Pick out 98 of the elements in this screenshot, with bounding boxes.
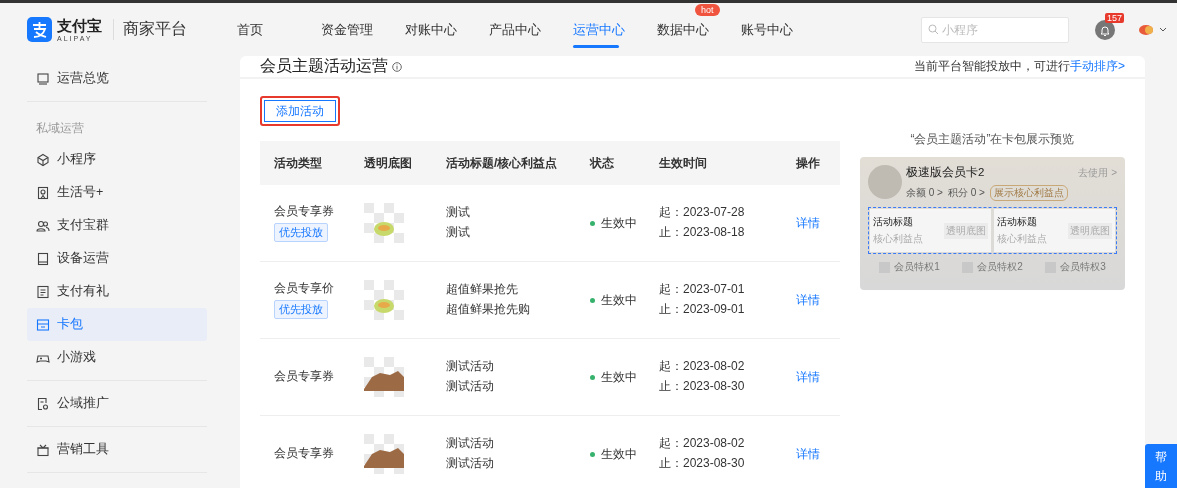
active-tab-indicator [573,44,619,48]
sidebar-item[interactable]: 支付宝群 [27,209,207,242]
nav-tab[interactable]: 首页 [237,14,263,45]
help-button[interactable]: 帮助 [1145,444,1177,488]
column-header: 操作 [782,141,840,185]
nav-tab[interactable]: 对账中心 [405,14,457,45]
slot-subtitle: 核心利益点 [997,232,1048,246]
table-cell-text: 会员专享券 [274,369,335,385]
alipay-logo-icon [27,17,52,42]
slot-title: 活动标题 [873,215,914,229]
sidebar-item[interactable]: 设备运营 [27,242,207,275]
status-dot [590,451,595,457]
card-icon [36,317,50,332]
details-link[interactable]: 详情 [796,368,840,386]
priority-tag: 优先投放 [274,223,328,243]
rock-thumbnail [364,434,404,474]
notification-count: 157 [1105,12,1125,23]
table-cell-text: 起：2023-08-02 [659,359,746,375]
platform-title: 商家平台 [113,19,187,40]
sidebar-item[interactable]: 小程序 [27,143,207,176]
card-name: 极速版会员卡2 [906,165,985,180]
bookmark-icon [36,185,50,200]
details-link[interactable]: 详情 [796,291,840,309]
search-icon [928,23,939,35]
document-icon [36,284,50,299]
monitor-icon [36,71,50,86]
table-cell-text: 测试 [446,205,471,221]
balance-text: 余额 0 > [906,186,943,200]
table-cell-text: 测试活动 [446,359,495,375]
table-cell-text: 测试 [446,225,471,241]
info-icon [392,61,402,72]
brand-name: 支付宝 [57,17,102,33]
details-link[interactable]: 详情 [796,445,840,463]
status-dot [590,374,595,380]
sidebar-item[interactable]: 生活号+ [27,176,207,209]
details-link[interactable]: 详情 [796,214,840,232]
status-text: 生效中 [590,368,645,386]
priority-tag: 优先投放 [274,300,328,320]
status-dot [590,297,595,303]
benefit-tag: 展示核心利益点 [989,185,1068,201]
table-cell-text: 会员专享券 [274,446,335,462]
notification-bell-icon[interactable] [1095,19,1115,40]
nav-tab[interactable]: 账号中心 [741,14,793,45]
nav-tab[interactable]: 数据中心 [657,14,709,45]
search-field[interactable]: 小程序 [921,16,1069,43]
document-search-icon [36,396,50,411]
table-cell-text: 测试活动 [446,456,495,472]
table-cell-text: 超值鲜果抢先购 [446,302,531,318]
manual-sort-link[interactable]: 手动排序> [1070,59,1125,73]
column-header: 状态 [576,141,645,185]
sidebar-section-title: 私域运营 [35,120,85,137]
nav-tab[interactable]: 产品中心 [489,14,541,45]
melon-thumbnail [364,203,404,243]
status-text: 生效中 [590,291,645,309]
column-header: 透明底图 [350,141,432,185]
sidebar-item[interactable]: 卡包 [27,308,207,341]
table-cell-text: 会员专享价 [274,280,335,297]
users-icon [36,218,50,233]
column-header: 生效时间 [645,141,782,185]
page-title: 会员主题活动运营 [260,56,388,76]
hot-badge: hot [695,3,720,16]
column-header: 活动类型 [260,141,350,185]
perk-item: 会员特权3 [1045,260,1106,274]
sidebar-item[interactable]: 营销工具 [27,433,207,466]
rock-thumbnail [364,357,404,397]
slot-title: 活动标题 [997,215,1038,229]
status-text: 生效中 [590,214,645,232]
sidebar-item[interactable]: 运营总览 [27,62,207,95]
points-text: 积分 0 > [947,186,985,200]
perk-item: 会员特权1 [879,260,940,274]
table-cell-text: 止：2023-09-01 [659,302,746,318]
slot-subtitle: 核心利益点 [873,232,924,246]
table-cell-text: 起：2023-07-01 [659,282,746,298]
table-cell-text: 测试活动 [446,436,495,452]
tablet-icon [36,251,50,266]
table-cell-text: 起：2023-08-02 [659,436,746,452]
preview-caption: “会员主题活动”在卡包展示预览 [910,131,1075,148]
table-cell-text: 超值鲜果抢先 [446,282,519,298]
add-activity-button[interactable]: 添加活动 [260,96,340,126]
nav-tab[interactable]: 资金管理 [321,14,373,45]
nav-tab[interactable]: 运营中心 [573,14,625,45]
sidebar-item[interactable]: 支付有礼 [27,275,207,308]
column-header: 活动标题/核心利益点 [432,141,576,185]
table-cell-text: 测试活动 [446,379,495,395]
table-cell-text: 会员专享券 [274,203,335,220]
melon-thumbnail [364,280,404,320]
status-text: 生效中 [590,445,645,463]
cube-icon [36,152,50,167]
notice-text: 当前平台智能投放中，可进行手动排序> [914,58,1125,75]
sidebar-item[interactable]: 小游戏 [27,341,207,374]
table-cell-text: 止：2023-08-30 [659,456,746,472]
status-dot [590,220,595,226]
table-cell-text: 起：2023-07-28 [659,205,746,221]
perk-item: 会员特权2 [962,260,1023,274]
avatar-placeholder [868,165,902,199]
sidebar-item[interactable]: 公域推广 [27,387,207,420]
table-cell-text: 止：2023-08-30 [659,379,746,395]
table-cell-text: 止：2023-08-18 [659,225,746,241]
